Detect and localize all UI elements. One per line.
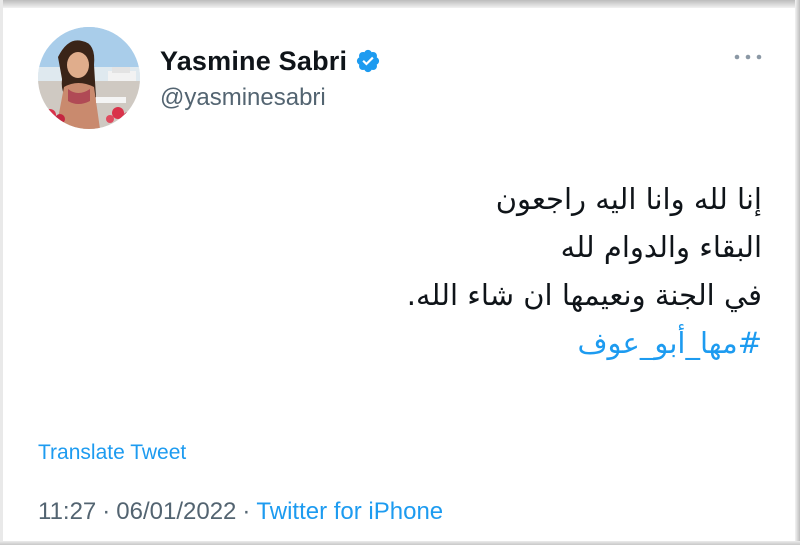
user-name-row: Yasmine Sabri xyxy=(160,44,381,78)
tweet-metadata: 11:27 · 06/01/2022 · Twitter for iPhone xyxy=(38,498,443,526)
tweet-date[interactable]: 06/01/2022 xyxy=(116,498,236,525)
frame-edge-right xyxy=(795,0,800,545)
frame-edge-left xyxy=(0,0,3,545)
tweet-time[interactable]: 11:27 xyxy=(38,498,96,525)
translate-tweet-link[interactable]: Translate Tweet xyxy=(38,441,186,465)
tweet-line: في الجنة ونعيمها ان شاء الله. xyxy=(406,278,762,312)
meta-separator: · xyxy=(102,498,111,525)
profile-photo-icon xyxy=(38,27,140,129)
avatar[interactable] xyxy=(38,27,140,129)
user-handle[interactable]: @yasminesabri xyxy=(160,84,326,112)
frame-edge-top xyxy=(0,0,800,8)
more-options-icon[interactable] xyxy=(731,50,765,64)
hashtag-link[interactable]: #مها_أبو_عوف xyxy=(202,319,763,367)
display-name[interactable]: Yasmine Sabri xyxy=(160,46,347,77)
tweet-text: إنا لله وانا اليه راجعون البقاء والدوام … xyxy=(202,175,762,367)
tweet-line: البقاء والدوام لله xyxy=(560,230,762,264)
tweet-line: إنا لله وانا اليه راجعون xyxy=(495,182,762,216)
frame-edge-bottom xyxy=(0,541,800,545)
verified-badge-icon xyxy=(355,48,381,74)
meta-separator: · xyxy=(242,498,251,525)
tweet-source-link[interactable]: Twitter for iPhone xyxy=(256,498,443,525)
tweet-card: Yasmine Sabri @yasminesabri إنا لله وانا… xyxy=(0,0,800,545)
